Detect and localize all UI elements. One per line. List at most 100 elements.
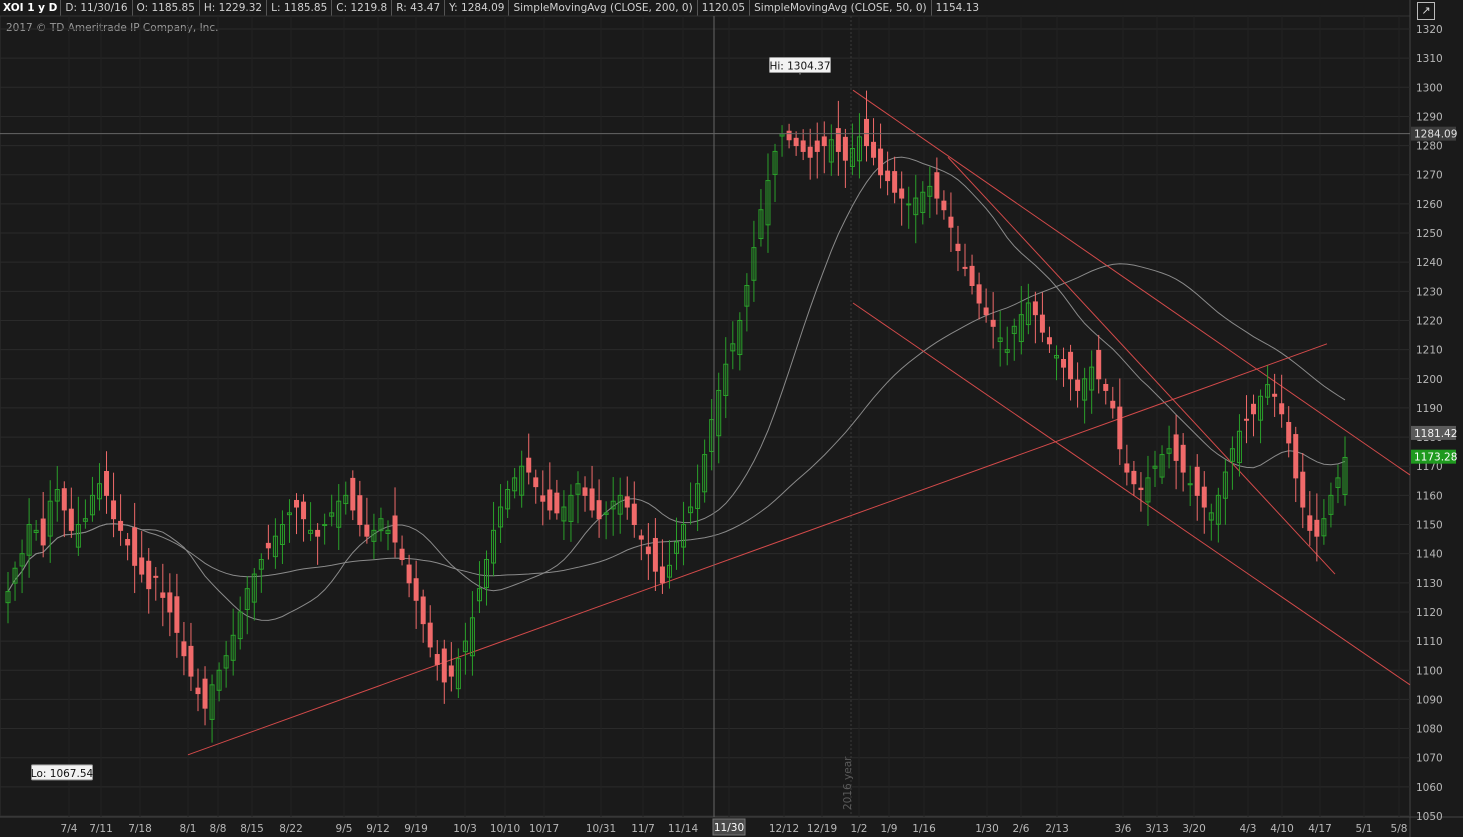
candle-body	[406, 564, 412, 584]
date-tick-label: 11/14	[668, 823, 699, 835]
candle-body	[68, 508, 74, 531]
price-tick-label: 1160	[1416, 490, 1443, 502]
date-tick-label: 4/10	[1270, 823, 1294, 835]
candle-body	[322, 524, 328, 527]
candle-body	[955, 243, 961, 252]
candle-body	[1110, 400, 1116, 409]
price-tick-label: 1210	[1416, 345, 1443, 357]
price-tick-label: 1100	[1416, 665, 1443, 677]
candle-body	[434, 654, 440, 665]
candle-body	[835, 128, 841, 152]
candle-body	[427, 622, 433, 648]
trendline	[187, 343, 1328, 756]
date-tick-label: 3/6	[1115, 823, 1132, 835]
price-tick-label: 1270	[1416, 170, 1443, 182]
price-tick-label: 1140	[1416, 549, 1443, 561]
candle-body	[878, 148, 884, 176]
candle-body	[118, 520, 124, 531]
date-tick-label: 4/3	[1240, 823, 1257, 835]
candle-body	[40, 518, 46, 546]
candle-body	[195, 687, 201, 695]
price-tick-label: 1290	[1416, 111, 1443, 123]
price-tick-label: 1150	[1416, 520, 1443, 532]
candle-body	[1096, 349, 1102, 380]
candle-body	[146, 560, 152, 590]
candle-body	[871, 141, 877, 158]
date-tick-label: 3/13	[1145, 823, 1169, 835]
candle-body	[132, 527, 138, 566]
candle-body	[793, 137, 799, 147]
candle-body	[1131, 470, 1137, 485]
date-tick-label: 7/11	[89, 823, 113, 835]
time-axis[interactable]: 7/4 7/11 7/18 8/1 8/8 8/15 8/22 9/5 9/12 9/19 10/3…	[61, 818, 1408, 836]
date-tick-label: 7/4	[61, 823, 78, 835]
price-tick-label: 1220	[1416, 315, 1443, 327]
candle-body	[1039, 314, 1045, 333]
price-tick-label: 1230	[1416, 286, 1443, 298]
price-tick-label: 1120	[1416, 607, 1443, 619]
crosshair	[0, 16, 1410, 817]
price-tick-label: 1050	[1416, 811, 1443, 823]
candle-body	[1300, 471, 1306, 508]
candle-body	[962, 266, 968, 269]
candle-body	[631, 503, 637, 526]
date-tick-label: 8/1	[180, 823, 197, 835]
candle-body	[392, 515, 398, 543]
grid-lines: 2016 year	[0, 0, 1463, 837]
candle-body	[941, 200, 947, 211]
candle-body	[1117, 406, 1123, 450]
candle-body	[983, 307, 989, 316]
sma-price-label: 1181.42	[1414, 428, 1457, 440]
candle-body	[948, 216, 954, 228]
candle-body	[1201, 486, 1207, 508]
price-tick-label: 1260	[1416, 199, 1443, 211]
candle-body	[934, 172, 940, 199]
candle-body	[589, 488, 595, 511]
date-tick-label: 1/9	[881, 823, 898, 835]
candle-body	[188, 645, 194, 677]
candle-body	[645, 546, 651, 555]
candle-body	[153, 575, 159, 578]
candle-body	[976, 284, 982, 304]
date-tick-label: 10/3	[453, 823, 477, 835]
candle-body	[125, 539, 131, 546]
price-tick-label: 1080	[1416, 724, 1443, 736]
candle-body	[350, 477, 356, 511]
price-axis[interactable]: 1320 1310 1300 1290 1280 1270 1260 1250 1240 1230…	[1411, 24, 1457, 823]
price-tick-label: 1280	[1416, 141, 1443, 153]
candle-body	[1243, 418, 1249, 421]
date-tick-label: 1/30	[975, 823, 999, 835]
price-tick-label: 1320	[1416, 24, 1443, 36]
candle-body	[1314, 519, 1320, 537]
candle-body	[638, 535, 644, 540]
price-tick-label: 1300	[1416, 82, 1443, 94]
date-tick-label: 10/10	[490, 823, 520, 835]
date-tick-label: 3/20	[1182, 823, 1206, 835]
candle-body	[554, 492, 560, 514]
candle-body	[104, 471, 110, 496]
candle-body	[596, 500, 602, 520]
candle-body	[1194, 466, 1200, 496]
candles[interactable]	[5, 90, 1348, 743]
price-chart[interactable]: 2016 year 1320 1310 1300 1290 1280 1270 1260 12…	[0, 0, 1463, 837]
price-tick-label: 1070	[1416, 753, 1443, 765]
date-tick-label: 9/19	[404, 823, 428, 835]
date-tick-label: 12/19	[807, 823, 837, 835]
date-tick-label: 2/6	[1013, 823, 1030, 835]
candle-body	[357, 495, 363, 526]
price-tick-label: 1310	[1416, 53, 1443, 65]
candle-body	[1293, 434, 1299, 479]
candle-body	[399, 548, 405, 560]
candle-body	[174, 596, 180, 633]
date-tick-label: 8/22	[279, 823, 303, 835]
candle-body	[1307, 515, 1313, 531]
date-tick-label: 11/7	[631, 823, 655, 835]
candle-body	[526, 457, 532, 473]
candle-body	[181, 641, 187, 657]
candle-body	[1180, 444, 1186, 473]
price-tick-label: 1200	[1416, 374, 1443, 386]
date-tick-label: 9/5	[336, 823, 353, 835]
candle-body	[821, 136, 827, 147]
candle-body	[885, 170, 891, 182]
candle-body	[1251, 403, 1257, 415]
